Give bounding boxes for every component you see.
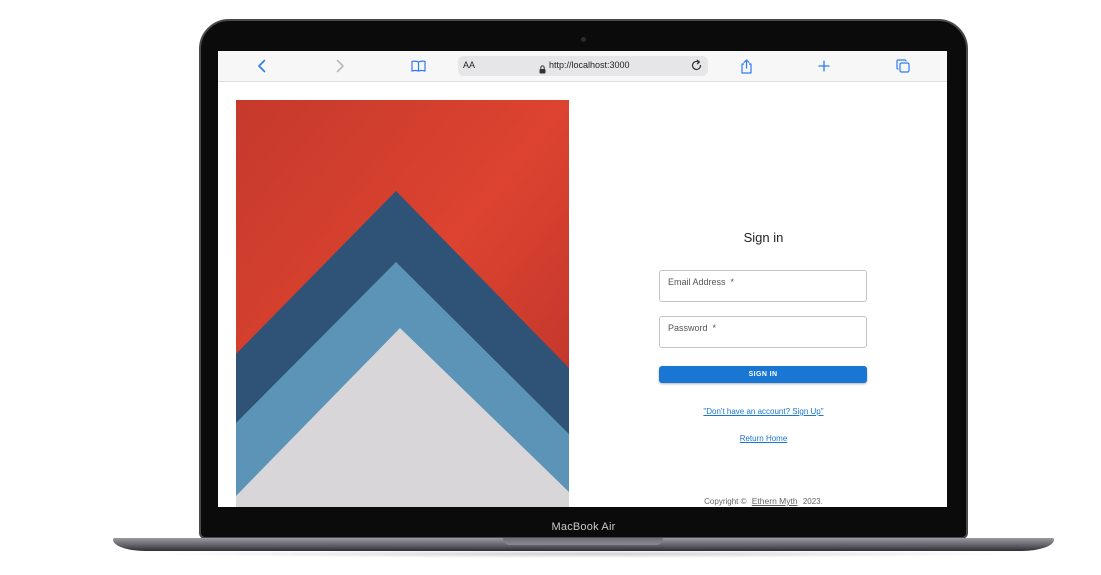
bookmarks-icon[interactable]: [410, 58, 426, 74]
camera-icon: [581, 37, 586, 42]
signin-form: Sign in Email Address * Password * SIGN …: [569, 82, 947, 507]
reload-icon[interactable]: [690, 59, 703, 77]
copyright-footer: Copyright © Ethern Myth 2023.: [569, 496, 947, 506]
hero-artwork: [236, 100, 569, 507]
password-input[interactable]: [668, 331, 858, 345]
lock-icon: [539, 61, 546, 79]
back-icon[interactable]: [254, 58, 270, 74]
tabs-overview-icon[interactable]: [895, 58, 911, 74]
browser-toolbar: AA http://localhost:3000: [218, 51, 947, 82]
text-size-button[interactable]: AA: [463, 60, 475, 70]
new-tab-icon[interactable]: [816, 58, 832, 74]
copyright-year: 2023.: [802, 497, 823, 506]
email-field[interactable]: Email Address *: [659, 270, 867, 302]
share-icon[interactable]: [738, 58, 754, 74]
browser-screen: AA http://localhost:3000 Sign in Email A…: [218, 51, 947, 507]
device-label: MacBook Air: [551, 521, 616, 533]
sign-in-button[interactable]: SIGN IN: [659, 366, 867, 383]
laptop-shadow: [150, 550, 1020, 558]
forward-icon[interactable]: [332, 58, 348, 74]
page-title: Sign in: [743, 230, 784, 245]
brand-link[interactable]: Ethern Myth: [752, 496, 798, 506]
laptop-notch: [503, 538, 663, 545]
copyright-prefix: Copyright ©: [704, 497, 747, 506]
email-input[interactable]: [668, 285, 858, 299]
return-home-link[interactable]: Return Home: [569, 434, 947, 443]
sign-up-link[interactable]: "Don't have an account? Sign Up": [569, 407, 947, 416]
password-field[interactable]: Password *: [659, 316, 867, 348]
url-text: http://localhost:3000: [549, 60, 630, 70]
address-bar[interactable]: AA http://localhost:3000: [458, 56, 708, 76]
